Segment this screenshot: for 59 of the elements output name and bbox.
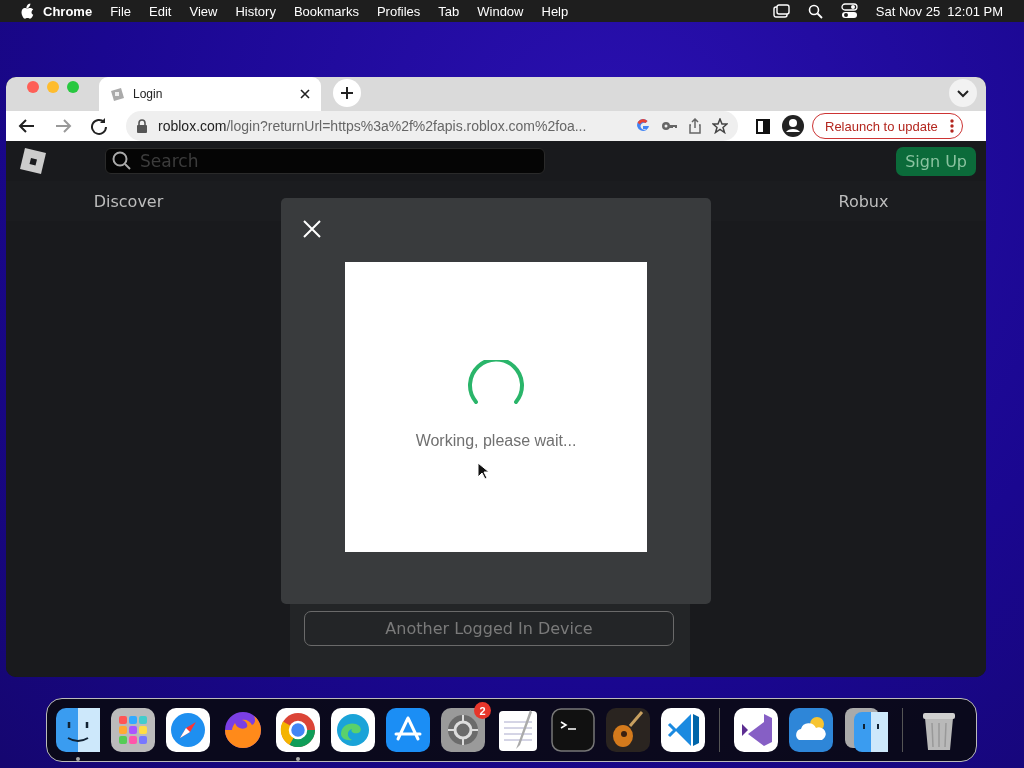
address-bar[interactable]: roblox.com/login?returnUrl=https%3a%2f%2fapis.roblox.com%2foa... bbox=[126, 111, 738, 141]
side-panel-icon[interactable] bbox=[756, 118, 770, 134]
screen-mirroring-icon[interactable] bbox=[772, 4, 790, 18]
notification-badge: 2 bbox=[474, 702, 491, 719]
chevron-down-icon bbox=[956, 88, 970, 98]
menu-item[interactable]: Edit bbox=[140, 3, 181, 19]
close-icon[interactable] bbox=[299, 88, 311, 100]
favicon-icon bbox=[109, 86, 125, 102]
back-icon[interactable] bbox=[18, 117, 36, 135]
menu-item[interactable]: Bookmarks bbox=[284, 3, 368, 19]
menu-item[interactable]: View bbox=[180, 3, 227, 19]
key-icon[interactable] bbox=[661, 119, 678, 133]
browser-tab[interactable]: Login bbox=[99, 77, 321, 111]
gear-icon[interactable] bbox=[441, 708, 485, 752]
code-editor-icon[interactable] bbox=[661, 708, 705, 752]
mouse-cursor-icon bbox=[477, 462, 491, 481]
finder-face-icon[interactable] bbox=[844, 708, 888, 752]
device-button[interactable]: Another Logged In Device bbox=[304, 611, 674, 646]
menu-item[interactable]: File bbox=[101, 3, 141, 19]
ribbon-logo-icon[interactable] bbox=[734, 708, 778, 752]
plus-icon bbox=[340, 86, 354, 100]
clock[interactable]: Sat Nov 25 12:01 PM bbox=[866, 3, 1012, 19]
circle-logo-icon[interactable] bbox=[276, 708, 320, 752]
menu-item[interactable]: Tab bbox=[429, 3, 469, 19]
share-icon[interactable] bbox=[688, 118, 702, 134]
search-icon[interactable] bbox=[807, 3, 823, 19]
tab-search-button[interactable] bbox=[949, 79, 977, 107]
spinner-icon bbox=[466, 360, 526, 406]
more-icon bbox=[949, 119, 954, 133]
menu-item[interactable]: History bbox=[226, 3, 285, 19]
menu-item[interactable]: Window bbox=[468, 3, 533, 19]
menu-item[interactable]: Chrome bbox=[34, 3, 102, 19]
new-tab-button[interactable] bbox=[333, 79, 361, 107]
control-center-icon[interactable] bbox=[840, 3, 858, 19]
guitar-icon[interactable] bbox=[606, 708, 650, 752]
logo-icon[interactable] bbox=[19, 146, 47, 176]
relaunch-button[interactable]: Relaunch to update bbox=[812, 113, 963, 139]
google-g-icon[interactable] bbox=[635, 118, 651, 134]
finder-face-icon[interactable] bbox=[56, 708, 100, 752]
nav-link[interactable]: Robux bbox=[838, 191, 889, 211]
search-icon bbox=[112, 151, 131, 170]
notepad-icon[interactable] bbox=[496, 708, 540, 752]
compass-icon[interactable] bbox=[166, 708, 210, 752]
status-message: Working, please wait... bbox=[415, 432, 577, 450]
lock-icon bbox=[136, 119, 148, 133]
nav-link[interactable]: Discover bbox=[93, 191, 164, 211]
star-icon[interactable] bbox=[712, 118, 728, 134]
app-grid-icon[interactable] bbox=[111, 708, 155, 752]
menu-item[interactable]: Profiles bbox=[367, 3, 430, 19]
cloud-icon[interactable] bbox=[789, 708, 833, 752]
menu-item[interactable]: Help bbox=[532, 3, 578, 19]
close-button[interactable] bbox=[303, 220, 321, 238]
apple-logo[interactable] bbox=[20, 3, 34, 19]
terminal-icon[interactable] bbox=[551, 708, 595, 752]
reload-icon[interactable] bbox=[90, 117, 108, 135]
profile-avatar-icon[interactable] bbox=[782, 115, 804, 137]
forward-icon[interactable] bbox=[54, 117, 72, 135]
wave-logo-icon[interactable] bbox=[331, 708, 375, 752]
app-store-icon[interactable] bbox=[386, 708, 430, 752]
